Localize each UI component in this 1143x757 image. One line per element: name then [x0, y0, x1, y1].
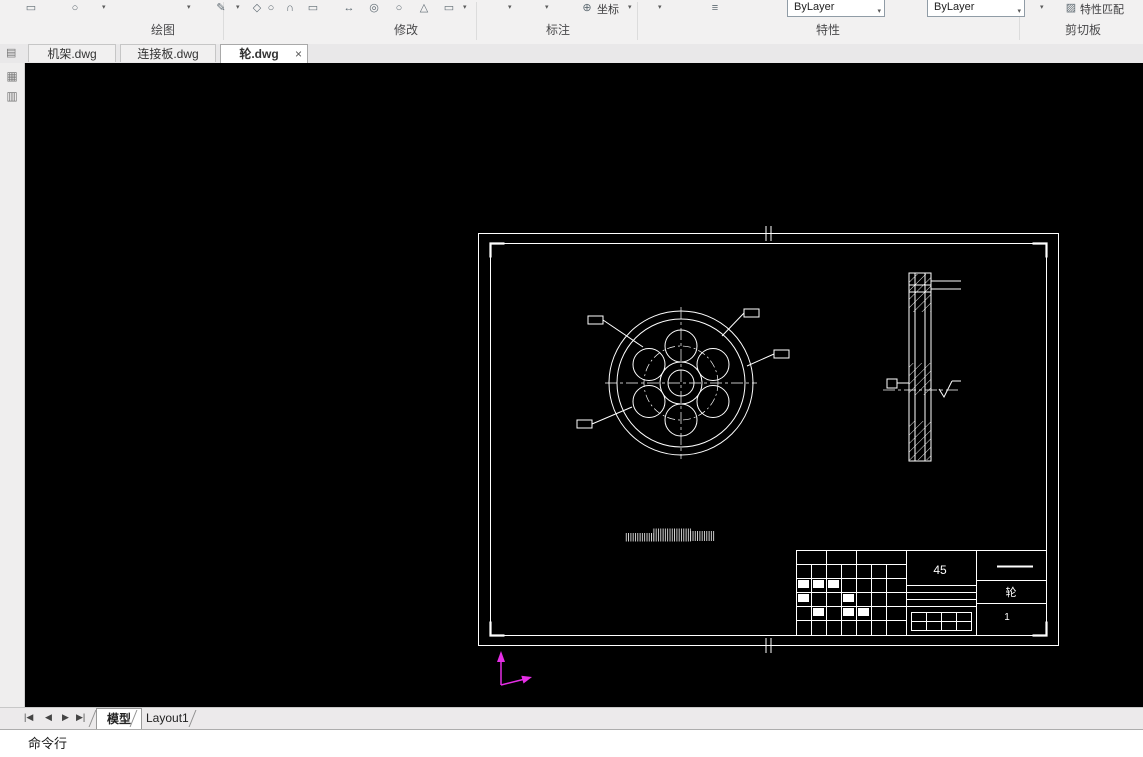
- next-tab-icon[interactable]: ▶: [62, 712, 69, 723]
- layers-icon[interactable]: ≡: [706, 0, 724, 17]
- prev-tab-icon[interactable]: ◀: [45, 712, 52, 723]
- draw-tool-icon[interactable]: ▭: [22, 0, 40, 17]
- edit-tool-icon[interactable]: ✎: [212, 0, 230, 17]
- chevron-down-icon[interactable]: ▾: [1040, 3, 1044, 11]
- panel-label-clipboard: 剪切板: [1064, 23, 1102, 37]
- left-palette-strip: ▦ ▥: [0, 63, 25, 707]
- command-line[interactable]: 命令行: [0, 729, 1143, 757]
- chevron-down-icon[interactable]: ▾: [628, 3, 632, 11]
- title-block-filled-cells: [798, 580, 869, 616]
- doc-tab-lun-label: 轮.dwg: [239, 47, 279, 61]
- ribbon-separator: [637, 2, 638, 40]
- last-tab-icon[interactable]: ▶|: [76, 712, 85, 723]
- color-bylayer-value: ByLayer: [794, 1, 835, 13]
- chevron-down-icon[interactable]: ▾: [1017, 3, 1021, 21]
- draw-tool-icon[interactable]: ○: [66, 0, 84, 17]
- wheel-front-view: [605, 307, 757, 459]
- offset-tool-icon[interactable]: ○: [262, 0, 280, 17]
- dim-radius-icon[interactable]: ◎: [365, 0, 383, 17]
- chevron-down-icon[interactable]: ▾: [508, 3, 512, 11]
- cad-application-window: ▭ ○ ▾ ▾ ✎ ▾ ◇ ○ ∩ ▭ ↔ ◎ ○ △ ▭ ▾ ▾ ▾ ⊕ 坐标…: [0, 0, 1143, 757]
- palette-tab-icon[interactable]: ▥: [4, 89, 20, 103]
- dim-diameter-icon[interactable]: ○: [390, 0, 408, 17]
- surface-finish-icon: [938, 380, 953, 399]
- document-tab-bar: ▤ 机架.dwg 连接板.dwg 轮.dwg ×: [0, 44, 1143, 64]
- doc-tab-lianjieban[interactable]: 连接板.dwg: [120, 44, 216, 62]
- chevron-down-icon[interactable]: ▾: [236, 3, 240, 11]
- chevron-down-icon[interactable]: ▾: [658, 3, 662, 11]
- chevron-down-icon[interactable]: ▾: [463, 3, 467, 11]
- chevron-down-icon[interactable]: ▾: [877, 3, 881, 21]
- color-bylayer-combo[interactable]: ByLayer ▾: [787, 0, 885, 17]
- wheel-drawing: 45 轮 1: [478, 226, 1059, 686]
- match-properties-icon[interactable]: ▨: [1062, 0, 1080, 17]
- technical-notes-text: [625, 526, 715, 543]
- linetype-bylayer-value: ByLayer: [934, 1, 975, 13]
- first-tab-icon[interactable]: |◀: [24, 712, 33, 723]
- ribbon: ▭ ○ ▾ ▾ ✎ ▾ ◇ ○ ∩ ▭ ↔ ◎ ○ △ ▭ ▾ ▾ ▾ ⊕ 坐标…: [0, 0, 1143, 45]
- coordinates-dropdown[interactable]: 坐标: [597, 1, 619, 17]
- quantity-value: 1: [1004, 612, 1010, 623]
- model-space-canvas[interactable]: 45 轮 1: [25, 63, 1143, 707]
- linetype-bylayer-combo[interactable]: ByLayer ▾: [927, 0, 1025, 17]
- wheel-section-view: [883, 272, 961, 462]
- chevron-down-icon[interactable]: ▾: [102, 3, 106, 11]
- layout-tab-bar: |◀ ◀ ▶ ▶| 模型 Layout1: [0, 707, 1143, 730]
- fillet-tool-icon[interactable]: ∩: [281, 0, 299, 17]
- dim-tool-icon[interactable]: ▭: [440, 0, 458, 17]
- doc-tab-lun[interactable]: 轮.dwg ×: [220, 44, 308, 63]
- match-properties-button[interactable]: 特性匹配: [1080, 1, 1124, 17]
- doc-tab-jijia[interactable]: 机架.dwg: [28, 44, 116, 62]
- chevron-down-icon[interactable]: ▾: [545, 3, 549, 11]
- sheet-icon[interactable]: ▤: [6, 46, 16, 59]
- leader-callouts: [576, 308, 790, 429]
- ucs-icon: [497, 651, 532, 686]
- coordinates-icon[interactable]: ⊕: [578, 0, 596, 17]
- panel-label-draw: 绘图: [150, 23, 176, 37]
- sheet-frame: [478, 226, 1059, 653]
- panel-label-properties: 特性: [815, 23, 841, 37]
- dim-linear-icon[interactable]: ↔: [340, 0, 358, 17]
- ribbon-separator: [476, 2, 477, 40]
- part-name-value: 轮: [1006, 585, 1017, 599]
- material-value: 45: [933, 563, 947, 577]
- palette-tab-icon[interactable]: ▦: [4, 69, 20, 83]
- panel-label-modify: 修改: [393, 23, 419, 37]
- dim-angle-icon[interactable]: △: [415, 0, 433, 17]
- chevron-down-icon[interactable]: ▾: [187, 3, 191, 11]
- array-tool-icon[interactable]: ▭: [304, 0, 322, 17]
- close-icon[interactable]: ×: [295, 45, 302, 63]
- command-line-label: 命令行: [28, 736, 68, 751]
- panel-label-annotate: 标注: [545, 23, 571, 37]
